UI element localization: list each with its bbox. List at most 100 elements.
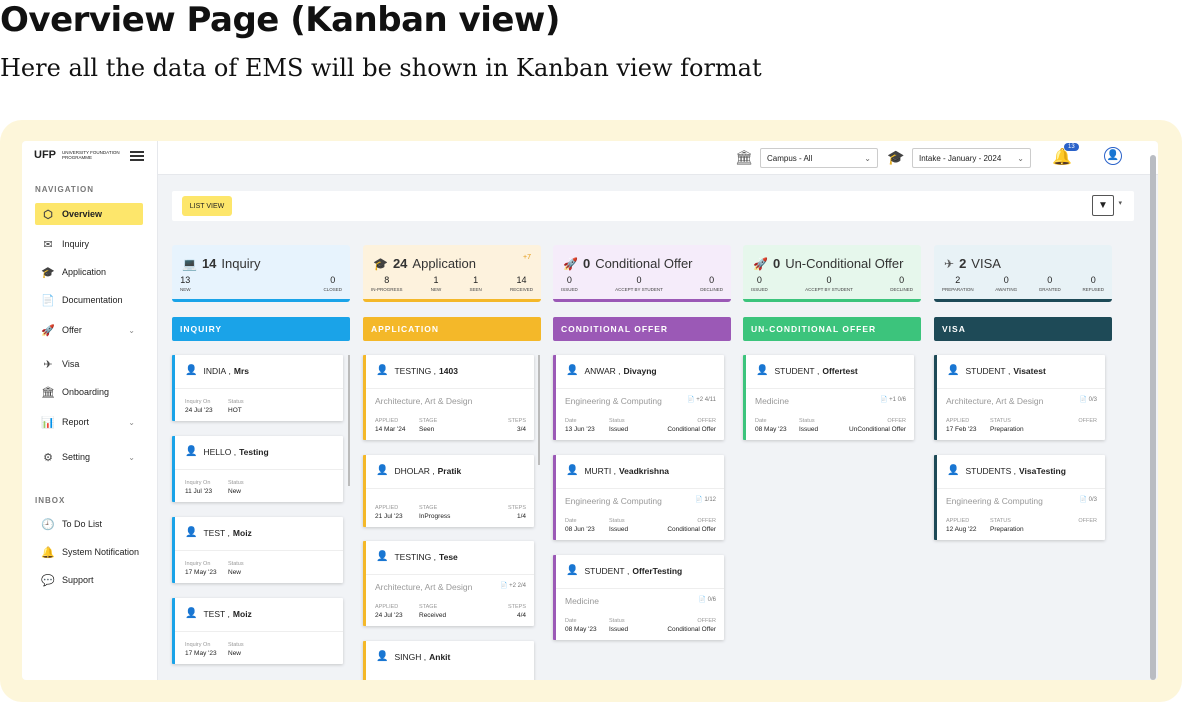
field-value: 21 Jul '23	[375, 513, 403, 520]
kanban-card[interactable]: 👤 HELLO , Testing Inquiry On 11 Jul '23 Statu…	[172, 436, 343, 502]
card-name: Mrs	[233, 365, 249, 376]
card-doc-count: 📄 +2 2/4	[499, 583, 526, 589]
person-icon: 👤	[185, 527, 198, 538]
inbox-item[interactable]: 💬 Support	[35, 569, 143, 591]
summary-metric: 0 ISSUED	[561, 275, 578, 293]
field-label: OFFER	[697, 418, 716, 424]
field-value: New	[228, 569, 242, 576]
summary-card[interactable]: 🚀 0 Un-Conditional Offer 0 ISSUED 0 ACCEPT BY …	[743, 245, 921, 302]
field-value: 3/4	[516, 426, 526, 433]
column-scrollbar[interactable]	[538, 355, 540, 465]
kanban-card[interactable]: 👤 TESTING , 1403 Architecture, Art & Design…	[363, 355, 534, 440]
card-name: Pratik	[437, 465, 462, 476]
card-type: STUDENT	[965, 365, 1006, 376]
nav-label: Report	[62, 417, 90, 427]
stage-icon: 🎓	[373, 256, 388, 271]
field-value: Conditional Offer	[667, 526, 716, 533]
summary-metric: 0 DECLINED	[890, 275, 913, 293]
kanban-card[interactable]: 👤 ANWAR , Divayng Engineering & Computing 📄 …	[553, 355, 724, 440]
field-label: OFFER	[697, 518, 716, 524]
kanban-card[interactable]: 👤 TEST , Moiz Inquiry On 17 May '23 Status New	[172, 598, 343, 664]
nav-item-inquiry[interactable]: ✉ Inquiry	[35, 233, 143, 255]
field-value: InProgress	[419, 513, 451, 520]
card-name: Tese	[439, 551, 458, 562]
inbox-item[interactable]: 🔔 System Notification	[35, 541, 143, 563]
filter-icon[interactable]: ▼	[1092, 195, 1114, 216]
summary-card[interactable]: 🚀 0 Conditional Offer 0 ISSUED 0 ACCEPT BY STU…	[553, 245, 731, 302]
summary-card[interactable]: ✈ 2 VISA 2 PREPARATION 0 AWAITING 0 GRANTED 0 REFU…	[934, 245, 1112, 302]
kanban-card[interactable]: 👤 INDIA , Mrs Inquiry On 24 Jul '23 Status HOT	[172, 355, 343, 421]
summary-metric: 0 ACCEPT BY STUDENT	[615, 275, 663, 293]
inbox-item[interactable]: 🕘 To Do List	[35, 513, 143, 535]
field-label: Status	[228, 561, 244, 567]
summary-title: VISA	[971, 256, 1001, 271]
kanban-card[interactable]: 👤 TESTING , Tese Architecture, Art & Design…	[363, 541, 534, 626]
summary-title: Conditional Offer	[595, 256, 693, 271]
field-label: Status	[609, 518, 625, 524]
field-label: STATUS	[990, 418, 1011, 424]
stage-icon: 💻	[182, 256, 197, 271]
nav-label: Offer	[62, 325, 82, 335]
menu-toggle-icon[interactable]	[130, 151, 144, 161]
field-label: APPLIED	[946, 518, 970, 524]
card-program: Architecture, Art & Design	[375, 582, 473, 592]
summary-title: Inquiry	[221, 256, 261, 271]
kanban-card[interactable]: 👤 STUDENT , Offertest Medicine 📄 +1 0/6 Date 0…	[743, 355, 914, 440]
nav-item-overview[interactable]: ⬡ Overview	[35, 203, 143, 225]
nav-item-setting[interactable]: ⚙ Setting ⌄	[35, 446, 143, 468]
field-value: Conditional Offer	[667, 626, 716, 633]
card-name: Divayng	[623, 365, 657, 376]
campus-icon: 🏛	[735, 149, 753, 165]
rocket-icon: 🚀	[41, 324, 55, 337]
column-scrollbar[interactable]	[348, 355, 350, 486]
document-icon: 📄	[695, 497, 703, 503]
column-header: UN-CONDITIONAL OFFER	[743, 317, 921, 341]
kanban-card[interactable]: 👤 DHOLAR , Pratik APPLIED 21 Jul '23 STAGE InP…	[363, 455, 534, 527]
person-icon: 👤	[947, 365, 960, 376]
card-program: Engineering & Computing	[565, 496, 662, 506]
document-icon: 📄	[698, 597, 706, 603]
card-type: INDIA	[203, 365, 227, 376]
card-type: DHOLAR	[394, 465, 430, 476]
nav-item-offer[interactable]: 🚀 Offer ⌄	[35, 319, 143, 341]
field-value: Issued	[609, 526, 629, 533]
field-value: 14 Mar '24	[375, 426, 406, 433]
kanban-card[interactable]: 👤 STUDENT , OfferTesting Medicine 📄 0/6 Date 0…	[553, 555, 724, 640]
user-avatar-icon[interactable]: 👤	[1104, 147, 1122, 165]
document-icon: 📄	[1079, 497, 1087, 503]
person-icon: 👤	[185, 365, 198, 376]
nav-item-application[interactable]: 🎓 Application	[35, 261, 143, 283]
summary-card[interactable]: 💻 14 Inquiry 13 NEW 0 CLOSED	[172, 245, 350, 302]
field-value: 13 Jun '23	[565, 426, 595, 433]
summary-metric: 2 PREPARATION	[942, 275, 974, 293]
nav-item-onboarding[interactable]: 🏛 Onboarding	[35, 381, 143, 403]
summary-card[interactable]: 🎓 24 Application +7 8 IN-PROGRESS 1 NEW 1 SEEN 14 R…	[363, 245, 541, 302]
field-label: APPLIED	[375, 505, 399, 511]
field-label: OFFER	[1078, 518, 1097, 524]
nav-item-documentation[interactable]: 📄 Documentation	[35, 289, 143, 311]
kanban-card[interactable]: 👤 STUDENT , Visatest Architecture, Art & De…	[934, 355, 1105, 440]
app-window: UFP UNIVERSITY FOUNDATION PROGRAMME NAVIG…	[22, 141, 1158, 680]
kanban-card[interactable]: 👤 STUDENTS , VisaTesting Engineering & Comp…	[934, 455, 1105, 540]
field-label: Date	[565, 618, 577, 624]
intake-select[interactable]: Intake - January - 2024 ⌄	[912, 148, 1031, 168]
page-scrollbar[interactable]	[1150, 155, 1156, 680]
card-name: Offertest	[822, 365, 858, 376]
nav-item-visa[interactable]: ✈ Visa	[35, 353, 143, 375]
field-value: Preparation	[990, 526, 1024, 533]
filter-chevron-icon[interactable]: ▾	[1118, 199, 1122, 207]
list-view-button[interactable]: LIST VIEW	[182, 196, 232, 216]
card-program: Architecture, Art & Design	[946, 396, 1044, 406]
field-label: STEPS	[507, 604, 526, 610]
nav-label: Application	[62, 267, 107, 277]
kanban-card[interactable]: 👤 MURTI , Veadkrishna Engineering & Computi…	[553, 455, 724, 540]
field-label: Inquiry On	[185, 561, 211, 567]
person-icon: 👤	[376, 651, 389, 662]
kanban-card[interactable]: 👤 SINGH , Ankit	[363, 641, 534, 680]
campus-select[interactable]: Campus - All ⌄	[760, 148, 878, 168]
person-icon: 👤	[756, 365, 769, 376]
person-icon: 👤	[376, 465, 389, 476]
nav-item-report[interactable]: 📊 Report ⌄	[35, 411, 143, 433]
card-doc-count: 📄 0/3	[1079, 497, 1098, 503]
kanban-card[interactable]: 👤 TEST , Moiz Inquiry On 17 May '23 Status New	[172, 517, 343, 583]
